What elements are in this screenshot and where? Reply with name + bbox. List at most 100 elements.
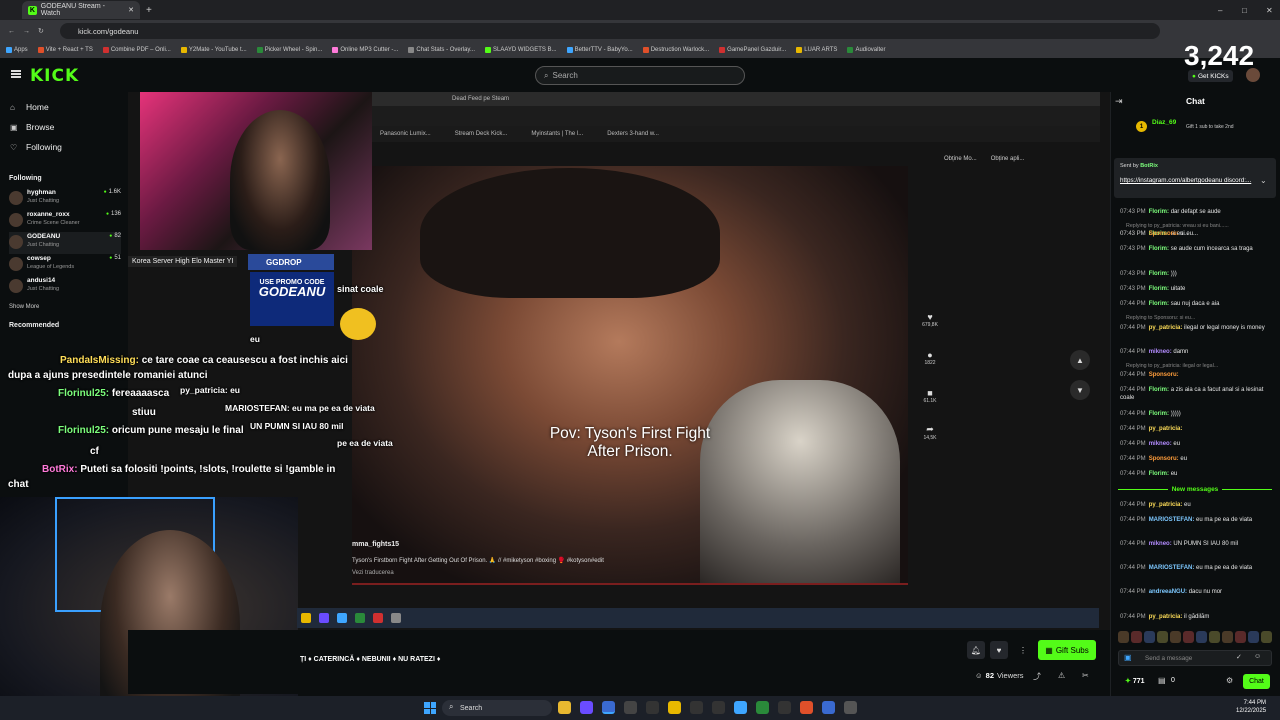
- minimize-icon[interactable]: –: [1218, 6, 1222, 15]
- following-channel[interactable]: GODEANU Just Chatting 82: [9, 232, 121, 254]
- chat-message[interactable]: 07:44 PM mikneo: eu: [1120, 440, 1272, 448]
- chat-message[interactable]: 07:44 PM Florim: eu: [1120, 470, 1272, 478]
- forward-icon[interactable]: →: [23, 28, 30, 35]
- chat-username[interactable]: Sponsoru:: [1149, 231, 1179, 237]
- bookmark-item[interactable]: GamePanel Gazduir...: [719, 47, 786, 53]
- emote-icon[interactable]: [1235, 631, 1246, 643]
- windows-start-icon[interactable]: [424, 702, 436, 714]
- bookmark-item[interactable]: Picker Wheel - Spin...: [256, 47, 322, 53]
- show-more-link[interactable]: Show More: [9, 304, 39, 310]
- obs-icon[interactable]: [602, 701, 615, 714]
- chat-username[interactable]: py_patricia:: [1149, 614, 1183, 620]
- new-messages-divider[interactable]: New messages: [1118, 484, 1272, 494]
- chat-username[interactable]: mikneo:: [1149, 349, 1172, 355]
- app-icon[interactable]: [712, 701, 725, 714]
- word-icon[interactable]: [822, 701, 835, 714]
- bookmark-item[interactable]: Chat Stats - Overlay...: [408, 47, 475, 53]
- following-channel[interactable]: roxanne_roxx Crime Scene Cleaner 136: [9, 210, 121, 232]
- clip-icon[interactable]: ✂: [1082, 671, 1089, 680]
- sidebar-item-following[interactable]: ♡ Following: [10, 142, 62, 152]
- chat-input[interactable]: Send a message: [1118, 650, 1272, 666]
- chat-reply-context[interactable]: Replying to Sponsoru: si eu...: [1126, 314, 1278, 322]
- back-icon[interactable]: ←: [8, 28, 15, 35]
- xbox-icon[interactable]: [756, 701, 769, 714]
- chat-message[interactable]: 07:44 PM Sponsoru: eu: [1120, 455, 1272, 463]
- follow-heart-icon[interactable]: ♥: [990, 641, 1008, 659]
- kick-emote-icon[interactable]: ▣: [1124, 653, 1132, 662]
- share-stream-icon[interactable]: ⤴: [1033, 671, 1041, 682]
- emote-icon[interactable]: [1131, 631, 1142, 643]
- gear-icon[interactable]: ⚙: [1226, 676, 1233, 685]
- following-channel[interactable]: hyghman Just Chatting 1.6K: [9, 188, 121, 210]
- chat-message[interactable]: 07:43 PM Florim: ))): [1120, 270, 1272, 278]
- system-clock[interactable]: 7:44 PM 12/22/2025: [1236, 699, 1266, 715]
- new-tab-button[interactable]: +: [146, 5, 152, 16]
- bookmark-item[interactable]: Vite + React + TS: [37, 47, 93, 53]
- file-explorer-icon[interactable]: [668, 701, 681, 714]
- bookmark-item[interactable]: Apps: [6, 47, 28, 53]
- maximize-icon[interactable]: □: [1242, 6, 1247, 15]
- edge-icon[interactable]: [734, 701, 747, 714]
- chat-username[interactable]: MARIOSTEFAN:: [1149, 517, 1195, 523]
- chat-message[interactable]: 07:44 PM andreeaNGU: dacu nu mor: [1120, 588, 1272, 596]
- chrome-icon[interactable]: [558, 701, 571, 714]
- bookmark-item[interactable]: Y2Mate - YouTube t...: [180, 47, 247, 53]
- chat-message[interactable]: 07:43 PM Sponsoru: si eu...: [1120, 230, 1272, 238]
- chat-username[interactable]: Sponsoru:: [1149, 372, 1179, 378]
- brave-icon[interactable]: [800, 701, 813, 714]
- more-options-icon[interactable]: ⋮: [1014, 641, 1032, 659]
- chat-username[interactable]: Florim:: [1149, 271, 1169, 277]
- search-input[interactable]: ⌕ Search: [535, 66, 745, 85]
- bell-icon[interactable]: 🔔︎: [967, 641, 985, 659]
- emote-icon[interactable]: [1170, 631, 1181, 643]
- chat-username[interactable]: Florim:: [1149, 286, 1169, 292]
- emote-icon[interactable]: [1209, 631, 1220, 643]
- kick-points[interactable]: ✦ 771: [1125, 677, 1145, 685]
- chat-username[interactable]: Florim:: [1149, 246, 1169, 252]
- chat-message[interactable]: 07:44 PM py_patricia: eu: [1120, 501, 1272, 509]
- browser-tab[interactable]: K GODEANU Stream - Watch ✕: [22, 1, 140, 19]
- chat-username[interactable]: Florim:: [1149, 387, 1169, 393]
- chat-username[interactable]: Florim:: [1149, 209, 1169, 215]
- bookmark-item[interactable]: BetterTTV - BabyYo...: [566, 47, 633, 53]
- chat-username[interactable]: py_patricia:: [1149, 426, 1183, 432]
- chat-message[interactable]: 07:44 PM py_patricia: ilegal or legal mon…: [1120, 324, 1272, 332]
- sidebar-item-browse[interactable]: ▣ Browse: [10, 122, 54, 132]
- app-icon[interactable]: [778, 701, 791, 714]
- chat-username[interactable]: Florim:: [1149, 411, 1169, 417]
- chat-message[interactable]: 07:44 PM py_patricia:: [1120, 425, 1272, 433]
- emote-picker-icon[interactable]: ✓: [1236, 653, 1242, 661]
- chat-username[interactable]: py_patricia:: [1149, 502, 1183, 508]
- close-tab-icon[interactable]: ✕: [128, 6, 134, 14]
- pinned-link[interactable]: https://instagram.com/albertgodeanu disc…: [1120, 176, 1260, 185]
- bookmark-item[interactable]: Combine PDF – Onli...: [102, 47, 171, 53]
- chat-message[interactable]: 07:44 PM mikneo: damn: [1120, 348, 1272, 356]
- emote-icon[interactable]: [1196, 631, 1207, 643]
- bookmark-item[interactable]: Online MP3 Cutter -...: [332, 47, 398, 53]
- chat-message[interactable]: 07:44 PM MARIOSTEFAN: eu ma pe ea de viat…: [1120, 516, 1272, 524]
- chevron-down-icon[interactable]: ⌄: [1260, 176, 1267, 185]
- kick-logo[interactable]: KICK: [30, 66, 79, 86]
- chat-message[interactable]: 07:44 PM Florim: ))))): [1120, 410, 1272, 418]
- app-icon[interactable]: [646, 701, 659, 714]
- emote-icon[interactable]: [1261, 631, 1272, 643]
- following-channel[interactable]: andusi14 Just Chatting: [9, 276, 121, 298]
- chat-message[interactable]: 07:43 PM Florim: se aude cum incearca sa …: [1120, 245, 1272, 253]
- chat-username[interactable]: mikneo:: [1149, 441, 1172, 447]
- chat-message[interactable]: 07:44 PM MARIOSTEFAN: eu ma pe ea de viat…: [1120, 564, 1272, 572]
- chat-username[interactable]: Florim:: [1149, 301, 1169, 307]
- sidebar-item-home[interactable]: ⌂ Home: [10, 102, 49, 112]
- gift-subs-button[interactable]: ▦ Gift Subs: [1038, 640, 1096, 660]
- windows-search[interactable]: Search: [442, 700, 552, 716]
- chat-username[interactable]: py_patricia:: [1149, 325, 1183, 331]
- collapse-chat-icon[interactable]: ⇥: [1115, 96, 1123, 107]
- following-channel[interactable]: cowsep League of Legends 51: [9, 254, 121, 276]
- emote-icon[interactable]: [1118, 631, 1129, 643]
- avatar[interactable]: [1246, 68, 1260, 82]
- chat-username[interactable]: andreeaNGU:: [1149, 589, 1187, 595]
- chat-username[interactable]: Sponsoru:: [1149, 456, 1179, 462]
- app-icon[interactable]: [624, 701, 637, 714]
- bookmark-item[interactable]: SLAAYD WIDGETS B...: [484, 47, 557, 53]
- chat-reply-context[interactable]: Replying to py_patricia: ilegal or legal…: [1126, 362, 1278, 370]
- smiley-icon[interactable]: ☺: [1254, 653, 1261, 660]
